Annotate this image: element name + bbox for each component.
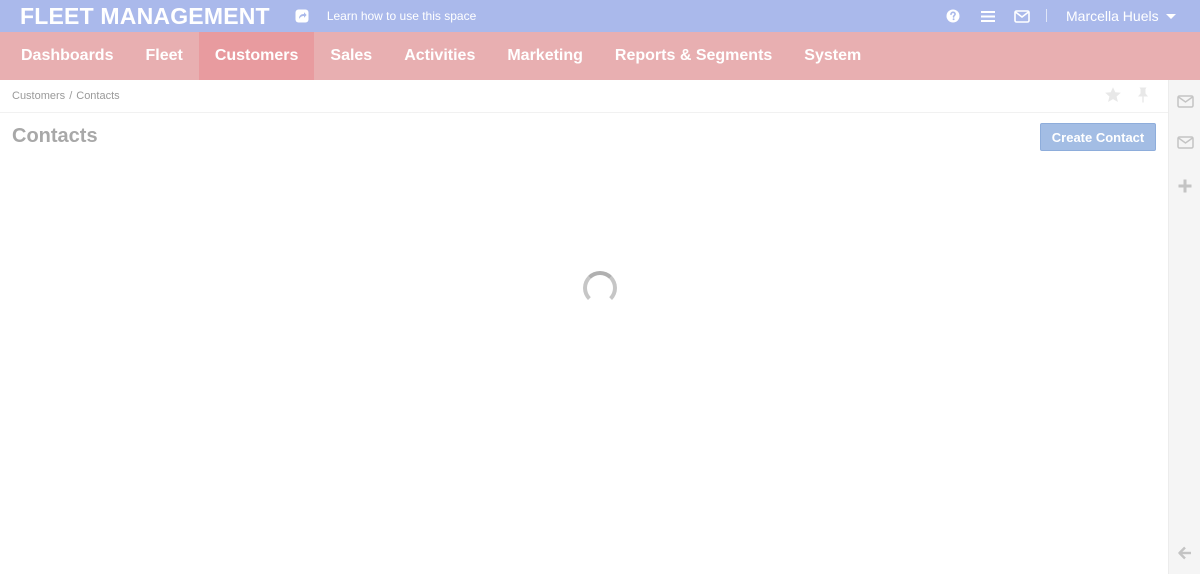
star-icon[interactable] bbox=[1104, 86, 1122, 104]
nav-item-marketing[interactable]: Marketing bbox=[491, 32, 599, 80]
user-name[interactable]: Marcella Huels bbox=[1066, 8, 1159, 24]
user-menu[interactable]: Marcella Huels bbox=[1066, 0, 1176, 32]
mail-icon[interactable] bbox=[1014, 8, 1030, 24]
learn-space-link[interactable]: Learn how to use this space bbox=[327, 9, 476, 23]
create-contact-button[interactable]: Create Contact bbox=[1040, 123, 1156, 151]
breadcrumb-row: Customers / Contacts bbox=[0, 80, 1168, 113]
top-bar: FLEET MANAGEMENT Learn how to use this s… bbox=[0, 0, 1200, 32]
nav-item-dashboards[interactable]: Dashboards bbox=[0, 32, 129, 80]
breadcrumb: Customers / Contacts bbox=[12, 90, 120, 102]
mail-icon[interactable] bbox=[1176, 133, 1194, 151]
breadcrumb-parent[interactable]: Customers bbox=[12, 90, 65, 102]
header-divider bbox=[1046, 9, 1047, 22]
page-title: Contacts bbox=[12, 125, 98, 147]
loading-spinner bbox=[583, 271, 617, 305]
breadcrumb-current: Contacts bbox=[76, 90, 120, 102]
list-icon[interactable] bbox=[980, 8, 996, 24]
app-title[interactable]: FLEET MANAGEMENT bbox=[20, 0, 270, 32]
help-icon[interactable] bbox=[945, 8, 961, 24]
nav-item-sales[interactable]: Sales bbox=[314, 32, 388, 80]
pin-icon[interactable] bbox=[1135, 86, 1151, 104]
nav-item-activities[interactable]: Activities bbox=[388, 32, 491, 80]
right-sidebar bbox=[1168, 80, 1200, 574]
arrow-left-icon[interactable] bbox=[1176, 544, 1194, 562]
plus-icon[interactable] bbox=[1176, 177, 1194, 195]
nav-item-customers[interactable]: Customers bbox=[198, 32, 315, 80]
share-icon[interactable] bbox=[295, 9, 309, 23]
mail-icon[interactable] bbox=[1176, 92, 1194, 110]
nav-item-fleet[interactable]: Fleet bbox=[129, 32, 198, 80]
nav-item-reports-segments[interactable]: Reports & Segments bbox=[599, 32, 788, 80]
nav-item-system[interactable]: System bbox=[788, 32, 877, 80]
breadcrumb-separator: / bbox=[69, 90, 73, 102]
caret-down-icon[interactable] bbox=[1165, 13, 1176, 19]
main-nav: Dashboards Fleet Customers Sales Activit… bbox=[0, 32, 1200, 80]
